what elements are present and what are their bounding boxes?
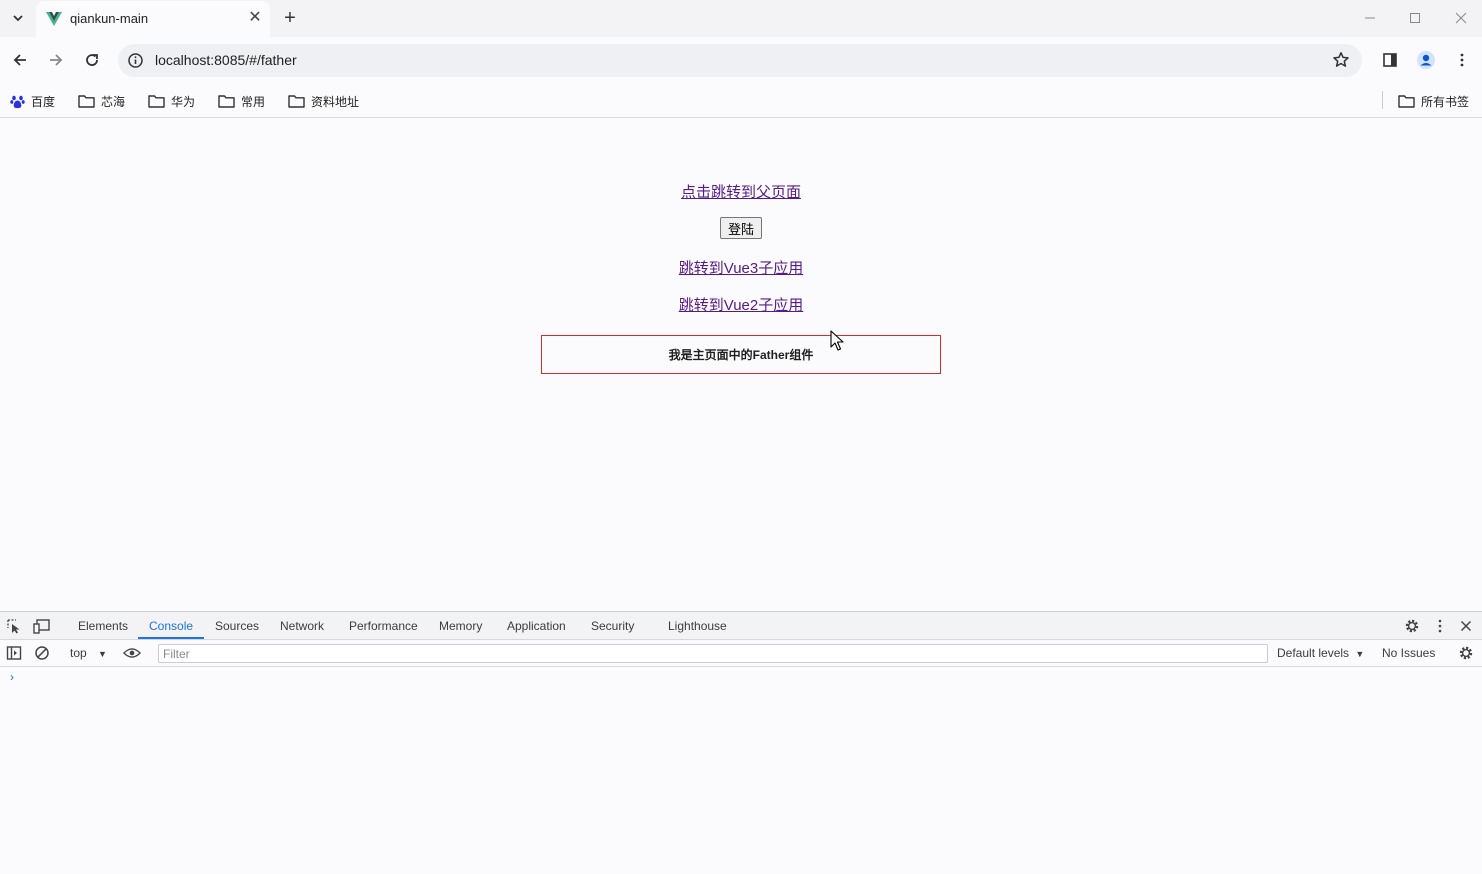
devtools-tabbar: Elements Console Sources Network Perform… (0, 612, 1482, 640)
bookmark-folder-huawei[interactable]: 华为 (148, 91, 195, 111)
bookmark-folder-ziliao[interactable]: 资料地址 (288, 91, 359, 111)
device-toolbar-icon[interactable] (33, 617, 51, 635)
browser-tab[interactable]: qiankun-main ✕ (36, 1, 270, 37)
link-to-vue3-app[interactable]: 跳转到Vue3子应用 (679, 260, 803, 277)
devtools-tab-lighthouse[interactable]: Lighthouse (668, 619, 727, 633)
bookmarks-divider (1382, 91, 1383, 109)
all-bookmarks-folder[interactable]: 所有书签 (1398, 91, 1469, 111)
console-toolbar: top ▼ Default levels ▼ No Issues (0, 640, 1482, 667)
context-selector[interactable]: top ▼ (70, 646, 107, 660)
bookmark-folder-changyong[interactable]: 常用 (218, 91, 265, 111)
close-window-icon[interactable] (1449, 6, 1473, 30)
inspect-element-icon[interactable] (5, 617, 23, 635)
new-tab-button[interactable]: + (280, 7, 300, 29)
vue-logo-icon (46, 11, 62, 27)
issues-counter[interactable]: No Issues (1382, 646, 1435, 660)
maximize-icon[interactable] (1403, 6, 1427, 30)
page-content: 点击跳转到父页面 登陆 跳转到Vue3子应用 跳转到Vue2子应用 我是主页面中… (0, 119, 1482, 611)
console-sidebar-icon[interactable] (5, 644, 23, 662)
mouse-cursor-icon (830, 330, 844, 352)
bookmark-star-icon[interactable] (1332, 51, 1350, 69)
nav-row-parent: 点击跳转到父页面 (0, 181, 1482, 202)
forward-arrow-icon[interactable] (45, 49, 67, 71)
clear-console-icon[interactable] (33, 644, 51, 662)
profile-avatar-icon[interactable] (1415, 49, 1437, 71)
console-prompt-chevron[interactable]: › (10, 670, 14, 684)
active-tab-indicator (138, 637, 204, 639)
bookmark-label: 华为 (171, 94, 196, 109)
devtools-tab-performance[interactable]: Performance (349, 619, 418, 633)
console-filter-input[interactable] (159, 645, 1267, 663)
reload-icon[interactable] (81, 49, 103, 71)
folder-icon (288, 95, 305, 108)
address-bar[interactable]: localhost:8085/#/father (118, 44, 1362, 77)
bookmark-label: 常用 (241, 94, 266, 109)
bookmark-label: 百度 (31, 94, 56, 109)
login-button[interactable]: 登陆 (720, 217, 762, 239)
nav-row-vue2: 跳转到Vue2子应用 (0, 294, 1482, 315)
context-selector-label: top (70, 646, 87, 660)
link-to-vue2-app[interactable]: 跳转到Vue2子应用 (679, 297, 803, 314)
devtools-tab-memory[interactable]: Memory (439, 619, 482, 633)
nav-row-vue3: 跳转到Vue3子应用 (0, 257, 1482, 278)
menu-kebab-icon[interactable] (1451, 49, 1473, 71)
devtools-panel: Elements Console Sources Network Perform… (0, 611, 1482, 874)
folder-icon (1398, 95, 1415, 108)
site-info-icon[interactable] (127, 52, 144, 69)
father-component-box: 我是主页面中的Father组件 (541, 335, 941, 374)
bookmark-baidu[interactable]: 百度 (10, 91, 55, 111)
console-settings-gear-icon[interactable] (1457, 644, 1475, 662)
all-bookmarks-label: 所有书签 (1421, 94, 1470, 109)
father-component-heading: 我是主页面中的Father组件 (668, 348, 814, 362)
link-to-parent-page[interactable]: 点击跳转到父页面 (681, 184, 801, 201)
dropdown-triangle-icon: ▼ (98, 649, 107, 659)
devtools-tab-security[interactable]: Security (591, 619, 634, 633)
console-filter-field[interactable] (158, 644, 1268, 663)
devtools-close-icon[interactable] (1457, 617, 1475, 635)
devtools-tab-elements[interactable]: Elements (78, 619, 128, 633)
devtools-settings-gear-icon[interactable] (1403, 617, 1421, 635)
bookmark-folder-xinhai[interactable]: 芯海 (78, 91, 125, 111)
devtools-tab-network[interactable]: Network (280, 619, 324, 633)
devtools-tab-console[interactable]: Console (149, 619, 193, 633)
folder-icon (78, 95, 95, 108)
devtools-tab-sources[interactable]: Sources (215, 619, 259, 633)
tab-search-chevron-icon[interactable] (8, 8, 28, 28)
folder-icon (218, 95, 235, 108)
log-levels-label: Default levels (1277, 646, 1350, 660)
dropdown-triangle-icon: ▼ (1355, 649, 1365, 659)
log-levels-dropdown[interactable]: Default levels ▼ (1277, 646, 1364, 660)
devtools-menu-kebab-icon[interactable] (1431, 617, 1449, 635)
folder-icon (148, 95, 165, 108)
bookmarks-bar: 百度 芯海 华为 常用 资料地址 所有书签 (0, 84, 1482, 118)
bookmark-label: 芯海 (101, 94, 126, 109)
browser-toolbar: localhost:8085/#/father (0, 37, 1482, 84)
bookmark-label: 资料地址 (311, 94, 360, 109)
live-expression-eye-icon[interactable] (123, 644, 141, 662)
side-panel-icon[interactable] (1379, 49, 1401, 71)
tab-title: qiankun-main (70, 11, 149, 26)
url-text[interactable]: localhost:8085/#/father (155, 52, 297, 68)
back-arrow-icon[interactable] (9, 49, 31, 71)
minimize-icon[interactable] (1358, 6, 1382, 30)
close-tab-icon[interactable]: ✕ (246, 9, 264, 27)
devtools-tab-application[interactable]: Application (507, 619, 566, 633)
baidu-paw-icon (10, 95, 25, 108)
tab-strip: qiankun-main ✕ + (0, 0, 1482, 37)
